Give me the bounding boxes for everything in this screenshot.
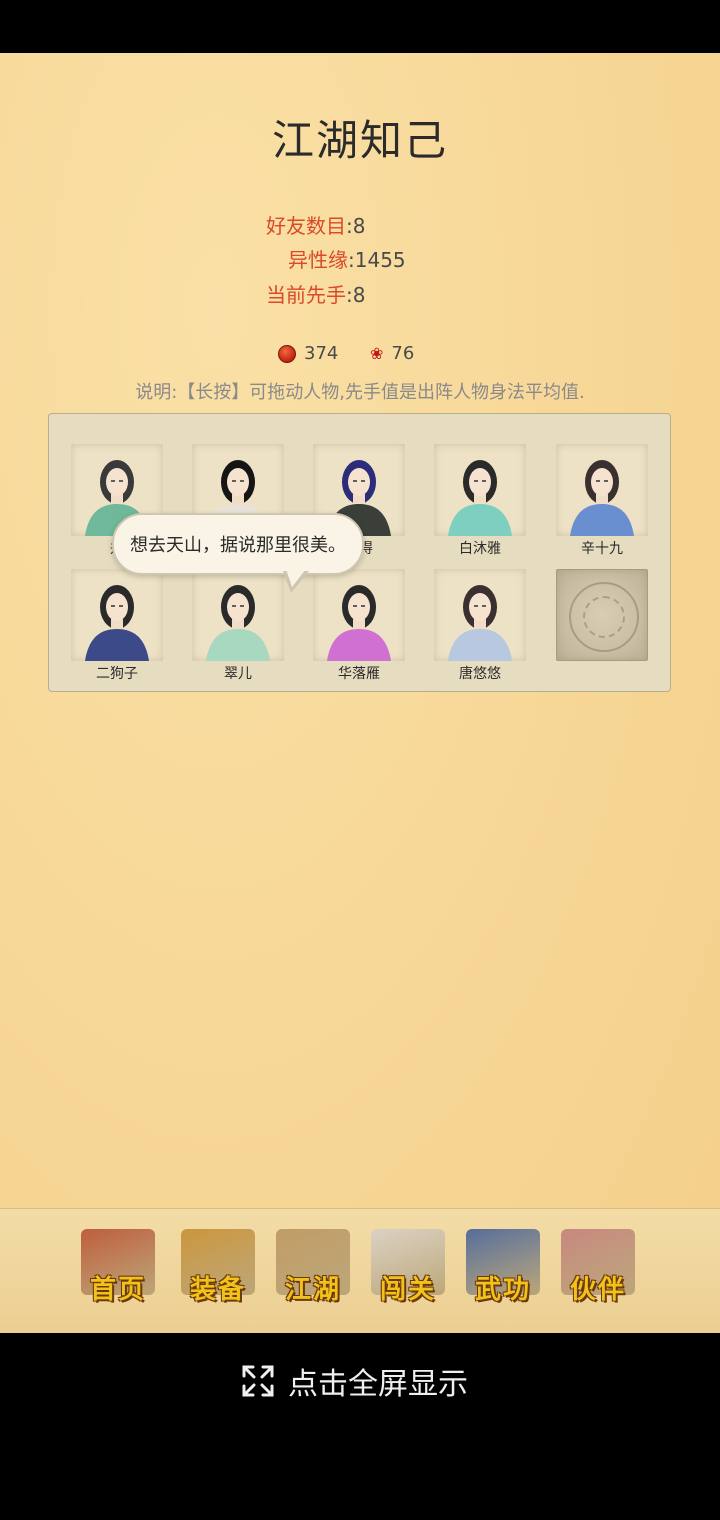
nav-label: 武功 [474, 1275, 531, 1305]
initiative-value: :8 [346, 283, 366, 307]
fullscreen-button[interactable]: 点击全屏显示 [240, 1359, 468, 1403]
partner-card[interactable]: 华落雁 [313, 569, 405, 683]
nav-armor[interactable]: 装备 [177, 1229, 259, 1315]
charm-count: 异性缘:1455 [288, 244, 406, 273]
partner-name: 白沐雅 [459, 541, 501, 557]
nav-partners[interactable]: 伙伴 [557, 1229, 639, 1315]
partner-card[interactable]: 翠儿 [192, 569, 284, 683]
partner-card[interactable]: 二狗子 [71, 569, 163, 683]
charm-label: 异性缘 [288, 248, 348, 272]
status-bar [0, 0, 720, 53]
partner-name: 辛十九 [581, 541, 623, 557]
empty-slot [556, 569, 648, 661]
nav-label: 伙伴 [569, 1275, 626, 1305]
charm-value: :1455 [348, 248, 406, 272]
instructions-note: 说明:【长按】可拖动人物,先手值是出阵人物身法平均值. [135, 382, 585, 403]
partner-card[interactable]: 辛十九 [556, 444, 648, 558]
pot-currency: 374 [278, 343, 338, 364]
partner-card[interactable] [556, 569, 648, 683]
partner-portrait [313, 569, 405, 661]
partner-name: 翠儿 [224, 666, 252, 682]
portrait-figure [570, 460, 634, 536]
nav-scroll-map[interactable]: 江湖 [272, 1229, 354, 1315]
portrait-figure [448, 460, 512, 536]
partner-portrait [192, 569, 284, 661]
partner-name: 华落雁 [338, 666, 380, 682]
rose-currency: ❀ 76 [370, 343, 414, 364]
partner-name: 二狗子 [96, 666, 138, 682]
bottom-nav: 首页 装备 江湖 闯关 武功 伙伴 [0, 1208, 720, 1333]
friends-count: 好友数目:8 [266, 210, 365, 239]
fullscreen-bar: 点击全屏显示 [0, 1333, 720, 1520]
rose-icon: ❀ [370, 343, 384, 363]
nav-label: 江湖 [284, 1275, 341, 1305]
speech-bubble-tail-fill [286, 569, 306, 587]
expand-icon [242, 1365, 274, 1397]
nav-label: 闯关 [379, 1275, 436, 1305]
portrait-figure [206, 585, 270, 661]
fullscreen-label: 点击全屏显示 [288, 1367, 468, 1402]
partner-portrait [434, 569, 526, 661]
friends-count-label: 好友数目 [266, 214, 346, 238]
nav-crossed-swords[interactable]: 闯关 [367, 1229, 449, 1315]
pot-value: 374 [304, 343, 339, 364]
partner-name [556, 665, 648, 683]
partner-card[interactable]: 唐悠悠 [434, 569, 526, 683]
nav-house[interactable]: 首页 [77, 1229, 159, 1315]
initiative-count: 当前先手:8 [266, 279, 365, 308]
partner-portrait [556, 444, 648, 536]
nav-label: 首页 [89, 1275, 146, 1305]
nav-label: 装备 [189, 1275, 246, 1305]
friends-count-value: :8 [346, 214, 366, 238]
partner-portrait [71, 569, 163, 661]
rose-value: 76 [391, 343, 415, 364]
game-screen: 江湖知己 好友数目:8 异性缘:1455 当前先手:8 374 ❀ 76 说明:… [0, 53, 720, 1333]
portrait-figure [327, 585, 391, 661]
portrait-figure [85, 585, 149, 661]
portrait-figure [448, 585, 512, 661]
initiative-label: 当前先手 [266, 283, 346, 307]
partner-portrait [434, 444, 526, 536]
nav-book[interactable]: 武功 [462, 1229, 544, 1315]
partner-name: 唐悠悠 [459, 666, 501, 682]
partner-card[interactable]: 白沐雅 [434, 444, 526, 558]
red-pot-icon [278, 344, 296, 363]
page-title: 江湖知己 [271, 116, 448, 165]
speech-bubble: 想去天山，据说那里很美。 [112, 513, 364, 575]
